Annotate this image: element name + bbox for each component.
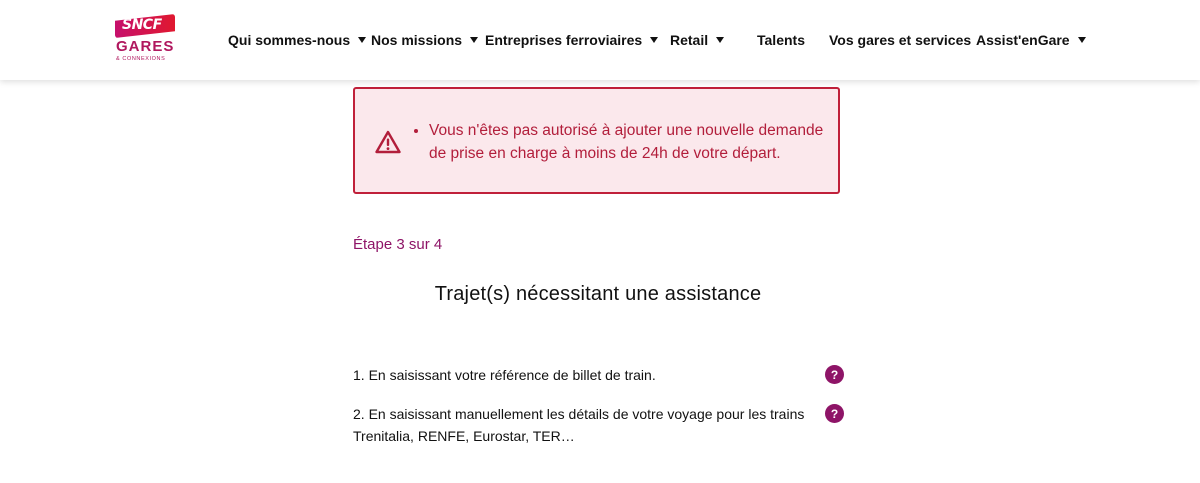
nav-item-label: Qui sommes-nous — [228, 32, 351, 48]
nav-item-label: Talents — [757, 32, 805, 48]
caret-down-icon — [470, 37, 479, 43]
alert-message-list: Vous n'êtes pas autorisé à ajouter une n… — [415, 119, 835, 165]
sncf-logo-badge: SNCF — [115, 14, 175, 38]
nav-item-nos-missions[interactable]: Nos missions — [371, 30, 479, 50]
caret-down-icon — [1077, 37, 1086, 43]
logo-sub: & CONNEXIONS — [116, 56, 166, 62]
sncf-gares-connexions-logo[interactable]: SNCF GARES & CONNEXIONS — [115, 14, 179, 66]
step-indicator: Étape 3 sur 4 — [353, 236, 443, 253]
option-label: 2. En saisissant manuellement les détail… — [353, 406, 805, 444]
warning-triangle-icon — [375, 130, 401, 154]
nav-item-talents[interactable]: Talents — [757, 30, 805, 50]
caret-down-icon — [650, 37, 659, 43]
nav-item-entreprises-ferroviaires[interactable]: Entreprises ferroviaires — [485, 30, 659, 50]
nav-item-label: Retail — [670, 32, 709, 48]
alert-message: Vous n'êtes pas autorisé à ajouter une n… — [429, 119, 835, 165]
nav-item-label: Vos gares et services — [829, 32, 972, 48]
site-header: SNCF GARES & CONNEXIONS Qui sommes-nous … — [0, 0, 1200, 80]
nav-item-retail[interactable]: Retail — [670, 30, 725, 50]
help-icon[interactable]: ? — [825, 365, 844, 384]
nav-item-label: Assist'enGare — [976, 32, 1070, 48]
nav-item-label: Nos missions — [371, 32, 463, 48]
option-ticket-reference[interactable]: 1. En saisissant votre référence de bill… — [353, 364, 813, 386]
caret-down-icon — [716, 37, 725, 43]
logo-brand: SNCF — [122, 17, 162, 33]
nav-item-assistengare[interactable]: Assist'enGare — [976, 30, 1086, 50]
caret-down-icon — [358, 37, 367, 43]
nav-item-vos-gares-et-services[interactable]: Vos gares et services — [829, 30, 971, 50]
nav-item-label: Entreprises ferroviaires — [485, 32, 643, 48]
option-manual-entry[interactable]: 2. En saisissant manuellement les détail… — [353, 403, 813, 447]
logo-name: GARES — [116, 38, 175, 55]
help-icon[interactable]: ? — [825, 404, 844, 423]
option-label: 1. En saisissant votre référence de bill… — [353, 367, 656, 383]
error-alert: Vous n'êtes pas autorisé à ajouter une n… — [353, 87, 840, 194]
page-title: Trajet(s) nécessitant une assistance — [434, 283, 762, 305]
nav-item-qui-sommes-nous[interactable]: Qui sommes-nous — [228, 30, 367, 50]
